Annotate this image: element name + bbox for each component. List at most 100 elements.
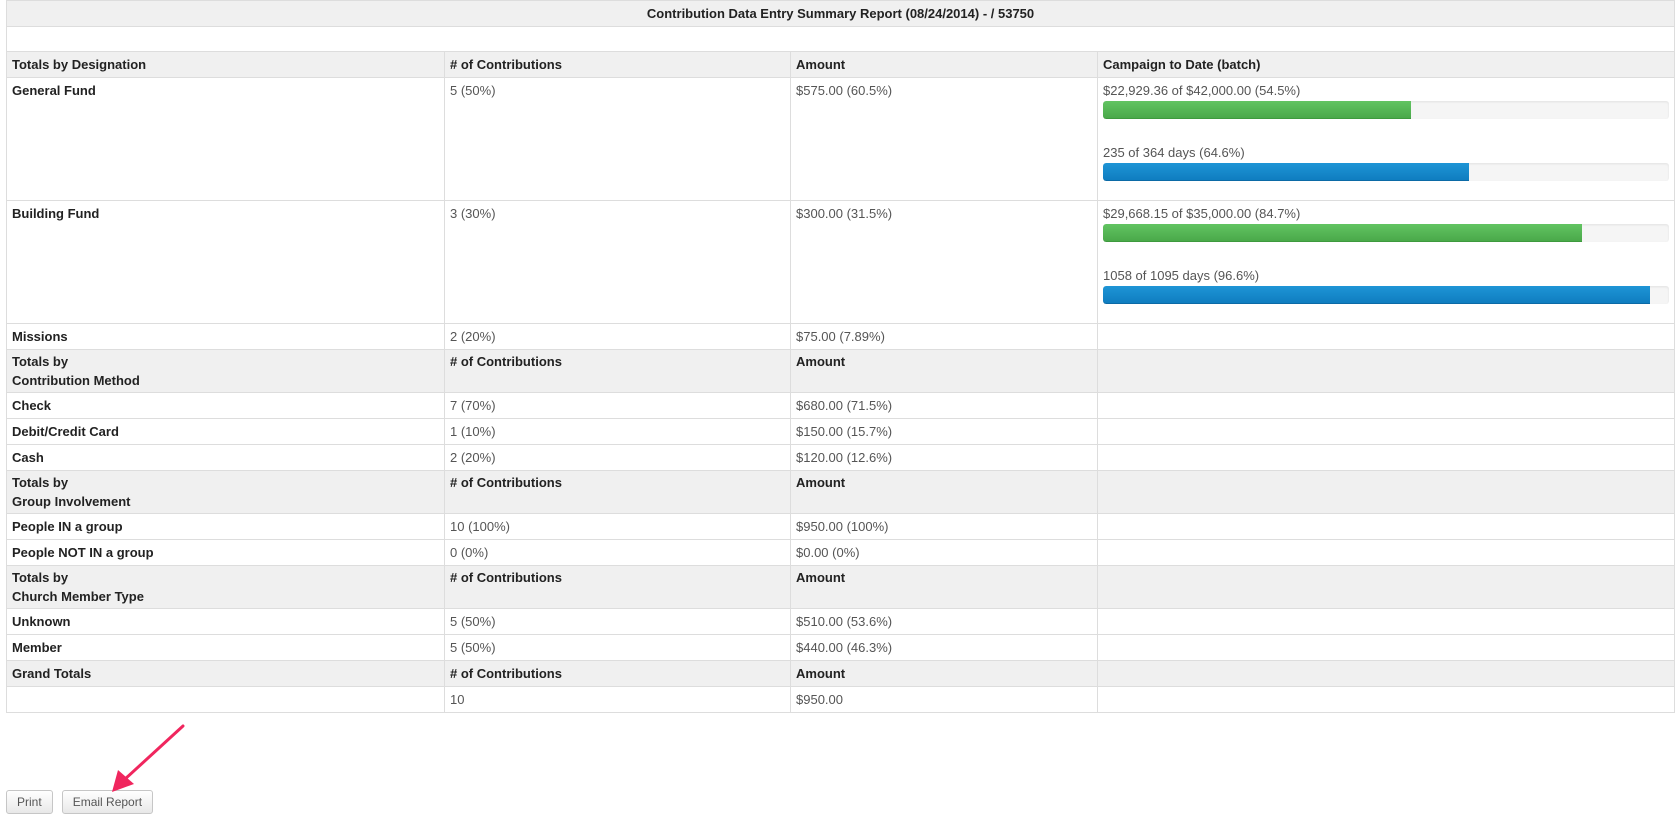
- row-count: 3 (30%): [444, 200, 791, 324]
- row-count: 2 (20%): [444, 444, 791, 471]
- contributions-header: # of Contributions: [444, 565, 791, 609]
- campaign-days-label: 235 of 364 days (64.6%): [1103, 145, 1245, 160]
- designation-header: Totals by Designation: [6, 51, 445, 78]
- amount-header: Amount: [790, 660, 1098, 687]
- row-name: General Fund: [6, 77, 445, 201]
- row-count: 1 (10%): [444, 418, 791, 445]
- row-amount: $575.00 (60.5%): [790, 77, 1098, 201]
- campaign-header: Campaign to Date (batch): [1096, 51, 1676, 78]
- arrow-shaft: [122, 724, 185, 782]
- empty-cell: [1096, 565, 1676, 609]
- header-line: Totals by: [12, 354, 69, 369]
- row-amount: $510.00 (53.6%): [790, 608, 1098, 635]
- table-row: General Fund 5 (50%) $575.00 (60.5%) $22…: [6, 77, 1676, 201]
- table-row: Debit/Credit Card 1 (10%) $150.00 (15.7%…: [6, 418, 1676, 445]
- row-amount: $440.00 (46.3%): [790, 634, 1098, 661]
- row-count: 0 (0%): [444, 539, 791, 566]
- row-name: Member: [6, 634, 445, 661]
- member-header-row: Totals by Church Member Type # of Contrib…: [6, 565, 1676, 609]
- row-name: Missions: [6, 323, 445, 350]
- table-row: People IN a group 10 (100%) $950.00 (100…: [6, 513, 1676, 540]
- row-name: Debit/Credit Card: [6, 418, 445, 445]
- grand-totals-row: 10 $950.00: [6, 686, 1676, 713]
- table-row: People NOT IN a group 0 (0%) $0.00 (0%): [6, 539, 1676, 566]
- row-amount: $120.00 (12.6%): [790, 444, 1098, 471]
- table-row: Cash 2 (20%) $120.00 (12.6%): [6, 444, 1676, 471]
- empty-cell: [1096, 513, 1676, 540]
- grand-total-amount: $950.00: [790, 686, 1098, 713]
- row-count: 5 (50%): [444, 77, 791, 201]
- empty-cell: [1096, 349, 1676, 393]
- table-row: Missions 2 (20%) $75.00 (7.89%): [6, 323, 1676, 350]
- header-line: Totals by: [12, 475, 69, 490]
- empty-cell: [1096, 660, 1676, 687]
- table-row: Unknown 5 (50%) $510.00 (53.6%): [6, 608, 1676, 635]
- empty-cell: [1096, 392, 1676, 419]
- table-row: Member 5 (50%) $440.00 (46.3%): [6, 634, 1676, 661]
- contributions-header: # of Contributions: [444, 470, 791, 514]
- row-amount: $75.00 (7.89%): [790, 323, 1098, 350]
- row-count: 2 (20%): [444, 323, 791, 350]
- row-amount: $150.00 (15.7%): [790, 418, 1098, 445]
- row-name: Check: [6, 392, 445, 419]
- annotation-arrow-icon: [112, 724, 185, 792]
- campaign-days-progress-bar: [1103, 286, 1669, 304]
- empty-cell: [1096, 444, 1676, 471]
- row-name: Unknown: [6, 608, 445, 635]
- row-amount: $680.00 (71.5%): [790, 392, 1098, 419]
- grand-totals-header-row: Grand Totals # of Contributions Amount: [6, 660, 1676, 687]
- row-amount: $0.00 (0%): [790, 539, 1098, 566]
- contributions-header: # of Contributions: [444, 51, 791, 78]
- campaign-cell: $29,668.15 of $35,000.00 (84.7%) 1058 of…: [1096, 200, 1676, 324]
- row-count: 5 (50%): [444, 608, 791, 635]
- progress-fill: [1103, 224, 1583, 242]
- group-header-row: Totals by Group Involvement # of Contribu…: [6, 470, 1676, 514]
- report-title: Contribution Data Entry Summary Report (…: [5, 0, 1676, 27]
- row-name: People IN a group: [6, 513, 445, 540]
- campaign-amount-progress-bar: [1103, 224, 1669, 242]
- campaign-days-progress-bar: [1103, 163, 1669, 181]
- report-container: Contribution Data Entry Summary Report (…: [5, 0, 1676, 713]
- row-count: 7 (70%): [444, 392, 791, 419]
- row-count: 10 (100%): [444, 513, 791, 540]
- designation-header-row: Totals by Designation # of Contributions…: [6, 51, 1676, 78]
- amount-header: Amount: [790, 349, 1098, 393]
- table-row: Check 7 (70%) $680.00 (71.5%): [6, 392, 1676, 419]
- amount-header: Amount: [790, 51, 1098, 78]
- campaign-cell: $22,929.36 of $42,000.00 (54.5%) 235 of …: [1096, 77, 1676, 201]
- row-name: Cash: [6, 444, 445, 471]
- row-amount: $950.00 (100%): [790, 513, 1098, 540]
- header-line: Church Member Type: [12, 589, 144, 604]
- empty-cell: [6, 686, 445, 713]
- contributions-header: # of Contributions: [444, 660, 791, 687]
- campaign-amount-label: $22,929.36 of $42,000.00 (54.5%): [1103, 83, 1301, 98]
- spacer-row: [5, 26, 1676, 52]
- print-button[interactable]: Print: [6, 790, 53, 814]
- empty-cell: [1096, 323, 1676, 350]
- campaign-amount-label: $29,668.15 of $35,000.00 (84.7%): [1103, 206, 1301, 221]
- header-line: Group Involvement: [12, 494, 131, 509]
- table-row: Building Fund 3 (30%) $300.00 (31.5%) $2…: [6, 200, 1676, 324]
- header-line: Contribution Method: [12, 373, 140, 388]
- campaign-amount-progress-bar: [1103, 101, 1669, 119]
- progress-fill: [1103, 101, 1412, 119]
- campaign-days-label: 1058 of 1095 days (96.6%): [1103, 268, 1260, 283]
- empty-cell: [1096, 634, 1676, 661]
- method-header: Totals by Contribution Method: [6, 349, 445, 393]
- empty-cell: [1096, 418, 1676, 445]
- row-name: Building Fund: [6, 200, 445, 324]
- summary-report-table: Contribution Data Entry Summary Report (…: [5, 0, 1676, 713]
- empty-cell: [1096, 470, 1676, 514]
- group-header: Totals by Group Involvement: [6, 470, 445, 514]
- header-line: Totals by: [12, 570, 69, 585]
- grand-totals-header: Grand Totals: [6, 660, 445, 687]
- progress-fill: [1103, 163, 1469, 181]
- contributions-header: # of Contributions: [444, 349, 791, 393]
- empty-cell: [1096, 608, 1676, 635]
- empty-cell: [1096, 539, 1676, 566]
- member-header: Totals by Church Member Type: [6, 565, 445, 609]
- amount-header: Amount: [790, 470, 1098, 514]
- amount-header: Amount: [790, 565, 1098, 609]
- grand-total-count: 10: [444, 686, 791, 713]
- empty-cell: [1096, 686, 1676, 713]
